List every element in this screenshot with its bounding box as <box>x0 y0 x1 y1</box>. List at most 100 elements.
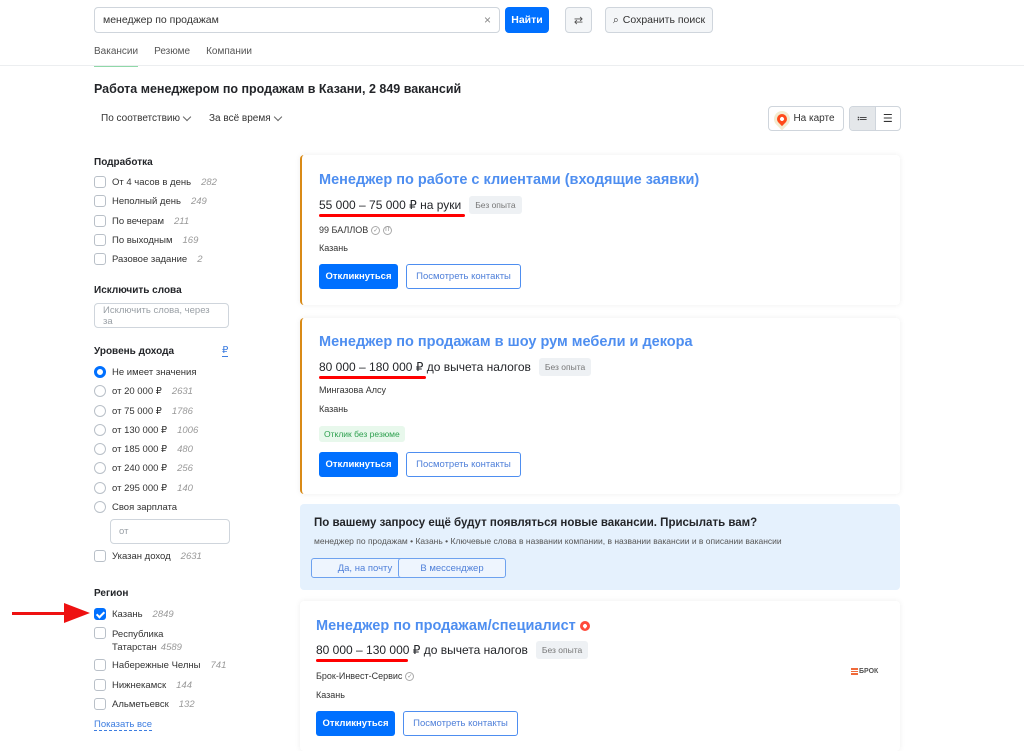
company-name[interactable]: 99 БАЛЛОВ <box>319 225 368 235</box>
radio[interactable] <box>94 443 106 456</box>
save-search-button[interactable]: ⌕ Сохранить поиск <box>605 7 713 33</box>
option-count: 741 <box>210 660 227 672</box>
checkbox[interactable] <box>94 678 106 691</box>
radio[interactable] <box>94 366 106 378</box>
map-button[interactable]: На карте <box>768 106 844 131</box>
checkbox[interactable] <box>94 214 106 227</box>
tab-resumes[interactable]: Резюме <box>154 46 190 67</box>
exclude-words-heading: Исключить слова <box>94 285 182 296</box>
salary-note: на руки <box>420 198 462 212</box>
view-contacts-button[interactable]: Посмотреть контакты <box>406 452 521 477</box>
option-label: от 185 000 ₽ <box>112 444 168 456</box>
find-button[interactable]: Найти <box>505 7 549 33</box>
checkbox[interactable] <box>94 195 106 208</box>
checkbox[interactable] <box>94 550 106 562</box>
tab-companies[interactable]: Компании <box>206 46 252 67</box>
annotation-arrow-head <box>64 603 90 623</box>
checkbox[interactable] <box>94 233 106 246</box>
salary-note: до вычета налогов <box>423 643 528 657</box>
radio[interactable] <box>94 385 106 398</box>
part-time-option[interactable]: От 4 часов в день 282 <box>94 176 244 196</box>
checkbox[interactable] <box>94 253 106 266</box>
region-option[interactable]: Нижнекамск 144 <box>94 678 244 699</box>
checkbox[interactable] <box>94 659 106 672</box>
checkbox[interactable] <box>94 627 106 640</box>
search-settings-button[interactable]: ⇄ <box>565 7 592 33</box>
radio[interactable] <box>94 404 106 417</box>
apply-button[interactable]: Откликнуться <box>316 711 395 736</box>
vacancy-salary: 80 000 – 180 000 ₽ до вычета налогов Без… <box>319 358 592 379</box>
sort-period-dropdown[interactable]: За всё время <box>209 112 282 124</box>
sort-relevance-dropdown[interactable]: По соответствию <box>101 112 192 124</box>
option-label: Альметьевск <box>112 698 169 710</box>
verified-icon: ✓ <box>371 225 381 235</box>
region-option[interactable]: Набережные Челны 741 <box>94 659 244 679</box>
vacancy-title-link[interactable]: Менеджер по продажам в шоу рум мебели и … <box>319 334 693 350</box>
option-count: 211 <box>174 215 190 227</box>
search-input[interactable]: менеджер по продажам × <box>94 7 500 33</box>
option-count: 480 <box>177 444 193 456</box>
fire-icon <box>579 621 590 631</box>
part-time-option[interactable]: По вечерам 211 <box>94 214 244 235</box>
income-option[interactable]: от 240 000 ₽ 256 <box>94 462 244 482</box>
custom-salary-input[interactable]: от <box>110 519 230 544</box>
experience-badge: Без опыта <box>538 358 592 376</box>
option-label: Не имеет значения <box>112 367 197 378</box>
part-time-option[interactable]: По выходным 169 <box>94 233 244 254</box>
radio[interactable] <box>94 501 106 514</box>
option-label: от 240 000 ₽ <box>112 463 168 475</box>
currency-switch[interactable]: ₽ <box>222 345 229 357</box>
income-specified-option[interactable]: Указан доход 2631 <box>94 550 202 570</box>
vacancy-title-link[interactable]: Менеджер по работе с клиентами (входящие… <box>319 172 699 188</box>
tab-vacancies[interactable]: Вакансии <box>94 46 139 67</box>
checkbox[interactable] <box>94 176 106 188</box>
subscribe-messenger-button[interactable]: В мессенджер <box>398 558 506 578</box>
show-all-regions-link[interactable]: Показать все <box>94 719 152 731</box>
vacancy-salary: 55 000 – 75 000 ₽ на руки Без опыта <box>319 196 522 217</box>
clear-icon[interactable]: × <box>484 13 491 27</box>
exclude-words-input[interactable]: Исключить слова, через за <box>94 303 229 328</box>
income-option[interactable]: Не имеет значения <box>94 366 244 386</box>
search-value: менеджер по продажам <box>103 14 219 26</box>
chevron-down-icon <box>273 112 282 122</box>
company-logo[interactable]: БРОК <box>851 668 878 675</box>
income-options: Не имеет значения от 20 000 ₽ 2631 от 75 … <box>94 366 244 521</box>
radio[interactable] <box>94 481 106 494</box>
region-option[interactable]: Альметьевск 132 <box>94 697 244 718</box>
region-option[interactable]: Казань 2849 <box>94 608 244 628</box>
vacancy-title-link[interactable]: Менеджер по продажам/специалист <box>316 618 576 634</box>
apply-button[interactable]: Откликнуться <box>319 264 398 289</box>
part-time-option[interactable]: Разовое задание 2 <box>94 253 244 273</box>
company-name[interactable]: Брок-Инвест-Сервис <box>316 671 402 681</box>
part-time-option[interactable]: Неполный день 249 <box>94 195 244 215</box>
vacancy-city: Казань <box>319 404 348 414</box>
option-count: 132 <box>178 698 195 710</box>
save-search-label: Сохранить поиск <box>622 14 706 26</box>
apply-button[interactable]: Откликнуться <box>319 452 398 477</box>
subscription-promo: По вашему запросу ещё будут появляться н… <box>300 504 900 590</box>
checkbox[interactable] <box>94 697 106 710</box>
income-option[interactable]: от 185 000 ₽ 480 <box>94 443 244 463</box>
income-option[interactable]: от 75 000 ₽ 1786 <box>94 404 244 425</box>
option-label: Неполный день <box>112 196 181 208</box>
compact-list-view-button[interactable]: ≔ <box>850 107 876 130</box>
full-list-view-button[interactable]: ☰ <box>876 107 901 130</box>
income-option[interactable]: от 20 000 ₽ 2631 <box>94 385 244 405</box>
part-time-heading: Подработка <box>94 157 153 168</box>
region-option[interactable]: Республика Татарстан 4589 <box>94 627 244 660</box>
sort-period-label: За всё время <box>209 113 271 124</box>
company-name[interactable]: Мингазова Алсу <box>319 385 386 395</box>
radio[interactable] <box>94 462 106 475</box>
income-option[interactable]: от 130 000 ₽ 1006 <box>94 423 244 444</box>
option-label: Указан доход <box>112 551 171 562</box>
option-count: 169 <box>182 234 199 246</box>
view-contacts-button[interactable]: Посмотреть контакты <box>406 264 521 289</box>
income-option[interactable]: от 295 000 ₽ 140 <box>94 481 244 502</box>
view-contacts-button[interactable]: Посмотреть контакты <box>403 711 518 736</box>
option-count: 2849 <box>152 609 174 620</box>
checkbox-checked[interactable] <box>94 608 106 620</box>
salary-range-wrap: 80 000 – 180 000 ₽ до вычета налогов <box>319 360 531 379</box>
radio[interactable] <box>94 423 106 436</box>
view-toggle: ≔ ☰ <box>849 106 901 131</box>
option-count: 140 <box>177 482 193 494</box>
